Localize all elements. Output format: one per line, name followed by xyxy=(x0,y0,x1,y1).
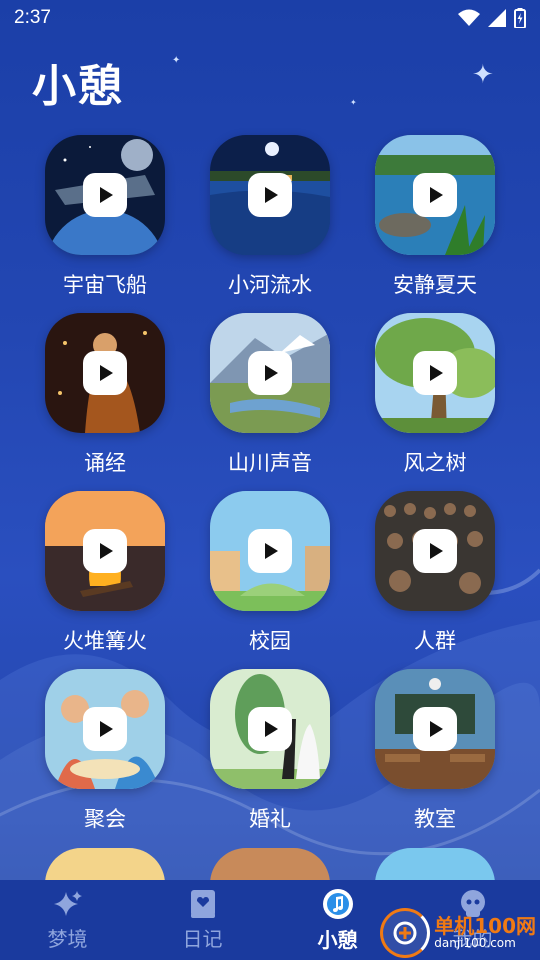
diary-icon xyxy=(190,889,215,918)
thumbnail[interactable] xyxy=(210,313,330,433)
relax-item-mountain[interactable]: 山川声音 xyxy=(210,313,330,477)
thumbnail[interactable] xyxy=(45,669,165,789)
star-sparkle-icon: ✦ xyxy=(172,55,181,66)
watermark-logo-icon xyxy=(380,908,431,958)
item-label: 人群 xyxy=(414,629,456,653)
status-icons xyxy=(458,8,526,28)
play-icon[interactable] xyxy=(83,351,127,395)
bottom-tab-bar: 梦境 日记 小憩 我的 单机100网 danji100.com xyxy=(0,880,540,960)
item-label: 风之树 xyxy=(403,451,467,475)
relax-item-classroom[interactable]: 教室 xyxy=(375,669,495,833)
thumbnail[interactable] xyxy=(210,135,330,255)
thumbnail[interactable] xyxy=(375,669,495,789)
star-sparkle-icon: ✦ xyxy=(472,60,494,90)
relax-item-fire[interactable]: 火堆篝火 xyxy=(45,491,165,655)
relax-item-river[interactable]: 小河流水 xyxy=(210,135,330,299)
status-bar: 2:37 xyxy=(0,0,540,36)
tab-diary[interactable]: 日记 xyxy=(135,880,270,960)
thumbnail[interactable] xyxy=(375,491,495,611)
page-title: 小憩 xyxy=(32,61,124,112)
item-label: 火堆篝火 xyxy=(63,629,147,653)
item-label: 诵经 xyxy=(84,451,126,475)
relax-item-crowd[interactable]: 人群 xyxy=(375,491,495,655)
tab-label: 日记 xyxy=(182,926,223,951)
play-icon[interactable] xyxy=(413,351,457,395)
item-label: 小河流水 xyxy=(228,273,312,297)
relax-item-monk[interactable]: 诵经 xyxy=(45,313,165,477)
battery-icon xyxy=(514,8,526,28)
play-icon[interactable] xyxy=(248,707,292,751)
tab-label: 梦境 xyxy=(47,926,88,951)
relax-item-wedding[interactable]: 婚礼 xyxy=(210,669,330,833)
item-label: 聚会 xyxy=(84,807,126,831)
star-sparkle-icon: ✦ xyxy=(350,98,357,107)
play-icon[interactable] xyxy=(83,529,127,573)
play-icon[interactable] xyxy=(83,707,127,751)
relax-item-space[interactable]: 宇宙飞船 xyxy=(45,135,165,299)
item-label: 婚礼 xyxy=(249,807,291,831)
watermark: 单机100网 danji100.com xyxy=(380,908,536,958)
play-icon[interactable] xyxy=(248,529,292,573)
item-label: 山川声音 xyxy=(228,451,312,475)
item-label: 教室 xyxy=(414,807,456,831)
watermark-url: danji100.com xyxy=(434,936,516,951)
thumbnail[interactable] xyxy=(375,313,495,433)
relax-item-tree[interactable]: 风之树 xyxy=(375,313,495,477)
tab-dream[interactable]: 梦境 xyxy=(0,880,135,960)
thumbnail[interactable] xyxy=(210,669,330,789)
signal-icon xyxy=(488,9,506,27)
thumbnail[interactable] xyxy=(210,491,330,611)
play-icon[interactable] xyxy=(83,173,127,217)
watermark-text: 单机100网 danji100.com xyxy=(434,916,536,950)
play-icon[interactable] xyxy=(413,529,457,573)
play-icon[interactable] xyxy=(413,707,457,751)
watermark-name: 单机100网 xyxy=(434,914,536,939)
relax-item-party[interactable]: 聚会 xyxy=(45,669,165,833)
item-label: 校园 xyxy=(249,629,291,653)
item-label: 宇宙飞船 xyxy=(63,273,147,297)
thumbnail[interactable] xyxy=(375,135,495,255)
thumbnail[interactable] xyxy=(45,135,165,255)
thumbnail[interactable] xyxy=(45,491,165,611)
relax-item-summer[interactable]: 安静夏天 xyxy=(375,135,495,299)
status-time: 2:37 xyxy=(14,7,51,28)
relax-item-campus[interactable]: 校园 xyxy=(210,491,330,655)
wifi-icon xyxy=(458,9,480,26)
play-icon[interactable] xyxy=(248,351,292,395)
item-label: 安静夏天 xyxy=(393,273,477,297)
thumbnail[interactable] xyxy=(45,313,165,433)
sparkle-icon xyxy=(53,890,82,916)
play-icon[interactable] xyxy=(248,173,292,217)
play-icon[interactable] xyxy=(413,173,457,217)
tab-label: 小憩 xyxy=(317,927,358,952)
music-note-icon xyxy=(322,888,353,919)
